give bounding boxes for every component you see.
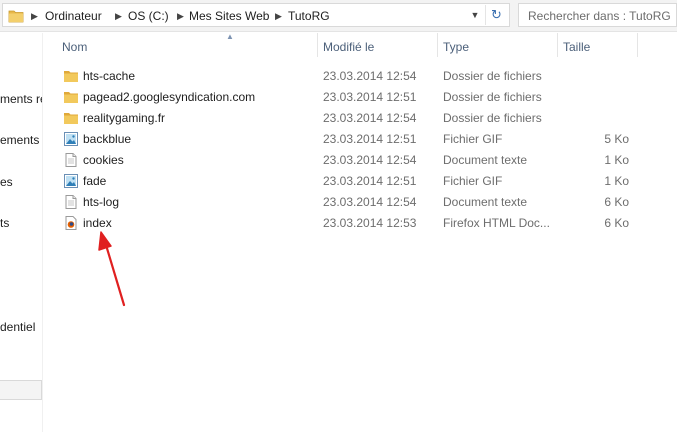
column-divider[interactable] (317, 33, 318, 57)
file-name[interactable]: cookies (83, 153, 124, 167)
file-date: 23.03.2014 12:51 (323, 174, 417, 188)
nav-item[interactable]: ments réc (0, 92, 42, 106)
file-type: Document texte (443, 153, 528, 167)
file-type: Fichier GIF (443, 174, 503, 188)
file-name[interactable]: index (83, 216, 112, 230)
file-date: 23.03.2014 12:54 (323, 69, 417, 83)
file-name[interactable]: hts-log (83, 195, 119, 209)
chevron-right-icon[interactable]: ▶ (275, 11, 282, 22)
text-file-icon (63, 152, 79, 168)
column-divider[interactable] (437, 33, 438, 57)
nav-item[interactable]: ts (0, 216, 9, 230)
file-row[interactable]: hts-log 23.03.2014 12:54 Document texte 6 K… (44, 192, 677, 213)
file-name[interactable]: hts-cache (83, 69, 135, 83)
file-size: 6 Ko (604, 216, 629, 230)
file-type: Dossier de fichiers (443, 111, 542, 125)
breadcrumb-item-ordinateur[interactable]: Ordinateur (45, 9, 102, 23)
folder-icon (8, 10, 24, 23)
file-row[interactable]: backblue 23.03.2014 12:51 Fichier GIF 5 Ko (44, 129, 677, 150)
nav-item[interactable]: dentiel (0, 320, 35, 334)
file-type: Dossier de fichiers (443, 90, 542, 104)
file-row[interactable]: realitygaming.fr 23.03.2014 12:54 Dossier … (44, 108, 677, 129)
file-row[interactable]: fade 23.03.2014 12:51 Fichier GIF 1 Ko (44, 171, 677, 192)
nav-pane-box (0, 380, 42, 400)
text-file-icon (63, 194, 79, 210)
file-date: 23.03.2014 12:51 (323, 132, 417, 146)
chevron-right-icon[interactable]: ▶ (177, 11, 184, 22)
file-name[interactable]: pagead2.googlesyndication.com (83, 90, 255, 104)
sort-ascending-icon: ▲ (226, 32, 234, 41)
toolbar: ▶ Ordinateur ▶ OS (C:) ▶ Mes Sites Web ▶… (0, 0, 677, 32)
chevron-right-icon[interactable]: ▶ (31, 11, 38, 22)
search-placeholder: Rechercher dans : TutoRG (528, 9, 671, 23)
file-size: 6 Ko (604, 195, 629, 209)
navigation-pane: ments réc ements es ts dentiel (0, 33, 43, 432)
column-header-name[interactable]: Nom (62, 40, 87, 54)
column-header-type[interactable]: Type (443, 40, 469, 54)
column-divider[interactable] (637, 33, 638, 57)
search-input[interactable]: Rechercher dans : TutoRG (518, 3, 677, 27)
file-name[interactable]: realitygaming.fr (83, 111, 165, 125)
column-header-size[interactable]: Taille (563, 40, 590, 54)
file-type: Fichier GIF (443, 132, 503, 146)
folder-icon (63, 68, 79, 84)
file-size: 5 Ko (604, 132, 629, 146)
file-size: 1 Ko (604, 153, 629, 167)
column-header-modified[interactable]: Modifié le (323, 40, 374, 54)
file-row[interactable]: index 23.03.2014 12:53 Firefox HTML Doc...… (44, 213, 677, 234)
nav-item[interactable]: es (0, 175, 13, 189)
file-date: 23.03.2014 12:54 (323, 153, 417, 167)
folder-icon (63, 89, 79, 105)
file-date: 23.03.2014 12:53 (323, 216, 417, 230)
file-date: 23.03.2014 12:51 (323, 90, 417, 104)
image-file-icon (63, 131, 79, 147)
firefox-html-icon (63, 215, 79, 231)
refresh-icon[interactable]: ↻ (485, 5, 507, 25)
breadcrumb-item-drive[interactable]: OS (C:) (128, 9, 169, 23)
file-row[interactable]: cookies 23.03.2014 12:54 Document texte 1 K… (44, 150, 677, 171)
folder-icon (63, 110, 79, 126)
image-file-icon (63, 173, 79, 189)
file-type: Dossier de fichiers (443, 69, 542, 83)
file-row[interactable]: pagead2.googlesyndication.com 23.03.2014 … (44, 87, 677, 108)
file-size: 1 Ko (604, 174, 629, 188)
file-type: Firefox HTML Doc... (443, 216, 550, 230)
file-type: Document texte (443, 195, 528, 209)
file-row[interactable]: hts-cache 23.03.2014 12:54 Dossier de fich… (44, 66, 677, 87)
breadcrumb-item-tutorg[interactable]: TutoRG (288, 9, 330, 23)
file-name[interactable]: fade (83, 174, 106, 188)
file-date: 23.03.2014 12:54 (323, 111, 417, 125)
column-headers: ▲ Nom Modifié le Type Taille (44, 32, 677, 57)
file-name[interactable]: backblue (83, 132, 131, 146)
address-bar[interactable]: ▶ Ordinateur ▶ OS (C:) ▶ Mes Sites Web ▶… (2, 3, 510, 27)
nav-item[interactable]: ements (0, 133, 39, 147)
chevron-down-icon[interactable]: ▼ (466, 6, 484, 24)
column-divider[interactable] (557, 33, 558, 57)
chevron-right-icon[interactable]: ▶ (115, 11, 122, 22)
file-date: 23.03.2014 12:54 (323, 195, 417, 209)
breadcrumb-item-mes-sites-web[interactable]: Mes Sites Web (189, 9, 269, 23)
